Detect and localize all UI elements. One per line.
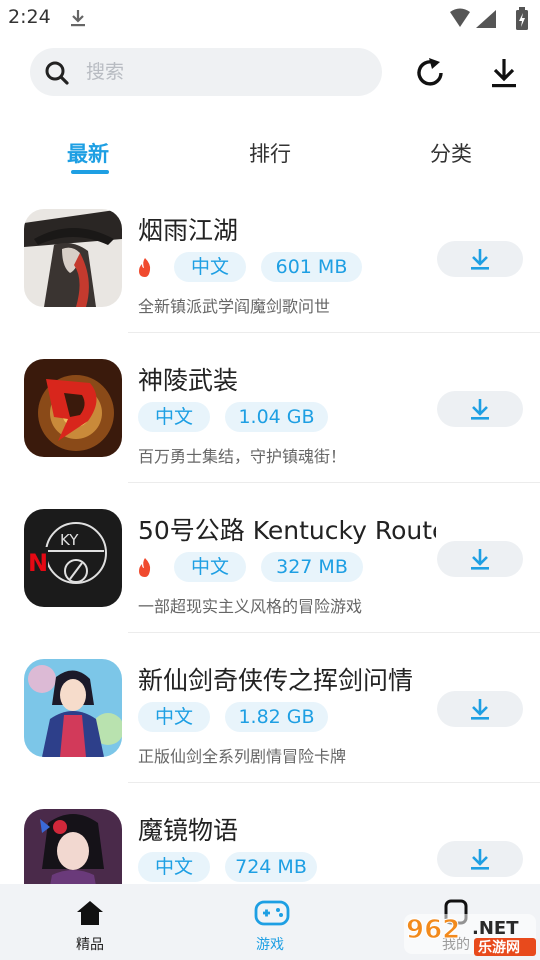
watermark-logo: 962 .NET 乐游网 xyxy=(404,914,536,956)
tab-latest[interactable]: 最新 xyxy=(67,138,109,168)
tab-category[interactable]: 分类 xyxy=(430,138,472,168)
search-icon xyxy=(45,61,69,85)
refresh-icon[interactable] xyxy=(413,56,449,90)
download-manager-icon[interactable] xyxy=(486,56,522,90)
app-name[interactable]: 魔镜物语 xyxy=(138,811,436,847)
app-name[interactable]: 50号公路 Kentucky Route xyxy=(138,511,436,547)
fire-icon xyxy=(139,258,151,277)
nav-label: 精品 xyxy=(76,937,104,953)
download-icon xyxy=(471,549,489,570)
download-icon xyxy=(471,699,489,720)
app-list-item[interactable]: 烟雨江湖 中文 601 MB 全新镇派武学阎魔剑歌问世 xyxy=(0,201,540,351)
app-icon[interactable]: KY N xyxy=(24,509,122,607)
download-button[interactable] xyxy=(437,841,523,877)
watermark-text: 乐游网 xyxy=(478,939,520,956)
download-icon xyxy=(471,399,489,420)
language-badge: 中文 xyxy=(138,852,210,882)
app-name[interactable]: 新仙剑奇侠传之挥剑问情 xyxy=(138,661,436,697)
app-name[interactable]: 烟雨江湖 xyxy=(138,211,436,247)
app-description: 百万勇士集结，守护镇魂街！ xyxy=(138,447,347,466)
app-list-item[interactable]: 神陵武装 中文 1.04 GB 百万勇士集结，守护镇魂街！ xyxy=(0,351,540,501)
language-badge: 中文 xyxy=(138,702,210,732)
app-list-item[interactable]: 新仙剑奇侠传之挥剑问情 中文 1.82 GB 正版仙剑全系列剧情冒险卡牌 xyxy=(0,651,540,801)
active-tab-indicator xyxy=(71,170,109,174)
home-icon xyxy=(77,901,103,925)
size-badge: 601 MB xyxy=(261,252,362,282)
divider xyxy=(128,482,540,483)
status-time: 2:24 xyxy=(8,6,51,28)
language-badge: 中文 xyxy=(174,252,246,282)
watermark-number: 962 xyxy=(406,915,460,945)
divider xyxy=(128,332,540,333)
download-button[interactable] xyxy=(437,391,523,427)
search-bar[interactable] xyxy=(30,48,382,96)
size-badge: 1.04 GB xyxy=(225,402,328,432)
size-badge: 1.82 GB xyxy=(225,702,328,732)
watermark-suffix: .NET xyxy=(472,918,519,939)
search-input[interactable] xyxy=(86,56,366,88)
download-icon xyxy=(471,249,489,270)
nav-games[interactable]: 游戏 xyxy=(210,884,330,960)
app-icon[interactable] xyxy=(24,359,122,457)
download-button[interactable] xyxy=(437,691,523,727)
size-badge: 724 MB xyxy=(225,852,317,882)
app-icon[interactable] xyxy=(24,659,122,757)
gamepad-icon xyxy=(254,900,290,926)
wifi-signal-icon xyxy=(450,8,496,28)
app-name[interactable]: 神陵武装 xyxy=(138,361,436,397)
svg-text:N: N xyxy=(28,549,48,577)
app-description: 正版仙剑全系列剧情冒险卡牌 xyxy=(138,747,347,766)
app-list-item[interactable]: KY N 50号公路 Kentucky Route 中文 327 MB 一部超现… xyxy=(0,501,540,651)
nav-featured[interactable]: 精品 xyxy=(30,884,150,960)
nav-label: 游戏 xyxy=(256,937,284,953)
language-badge: 中文 xyxy=(138,402,210,432)
status-bar: 2:24 xyxy=(0,0,540,36)
download-button[interactable] xyxy=(437,241,523,277)
divider xyxy=(128,632,540,633)
app-icon[interactable] xyxy=(24,209,122,307)
divider xyxy=(128,782,540,783)
size-badge: 327 MB xyxy=(261,552,363,582)
tab-ranking[interactable]: 排行 xyxy=(249,138,291,168)
download-icon xyxy=(471,849,489,870)
language-badge: 中文 xyxy=(174,552,246,582)
fire-icon xyxy=(139,558,151,577)
battery-icon xyxy=(516,7,528,30)
app-description: 一部超现实主义风格的冒险游戏 xyxy=(138,597,363,616)
download-status-icon xyxy=(71,10,85,27)
app-description: 全新镇派武学阎魔剑歌问世 xyxy=(138,297,331,316)
download-button[interactable] xyxy=(437,541,523,577)
svg-text:KY: KY xyxy=(60,531,79,549)
category-tabs: 最新 排行 分类 xyxy=(0,132,540,182)
